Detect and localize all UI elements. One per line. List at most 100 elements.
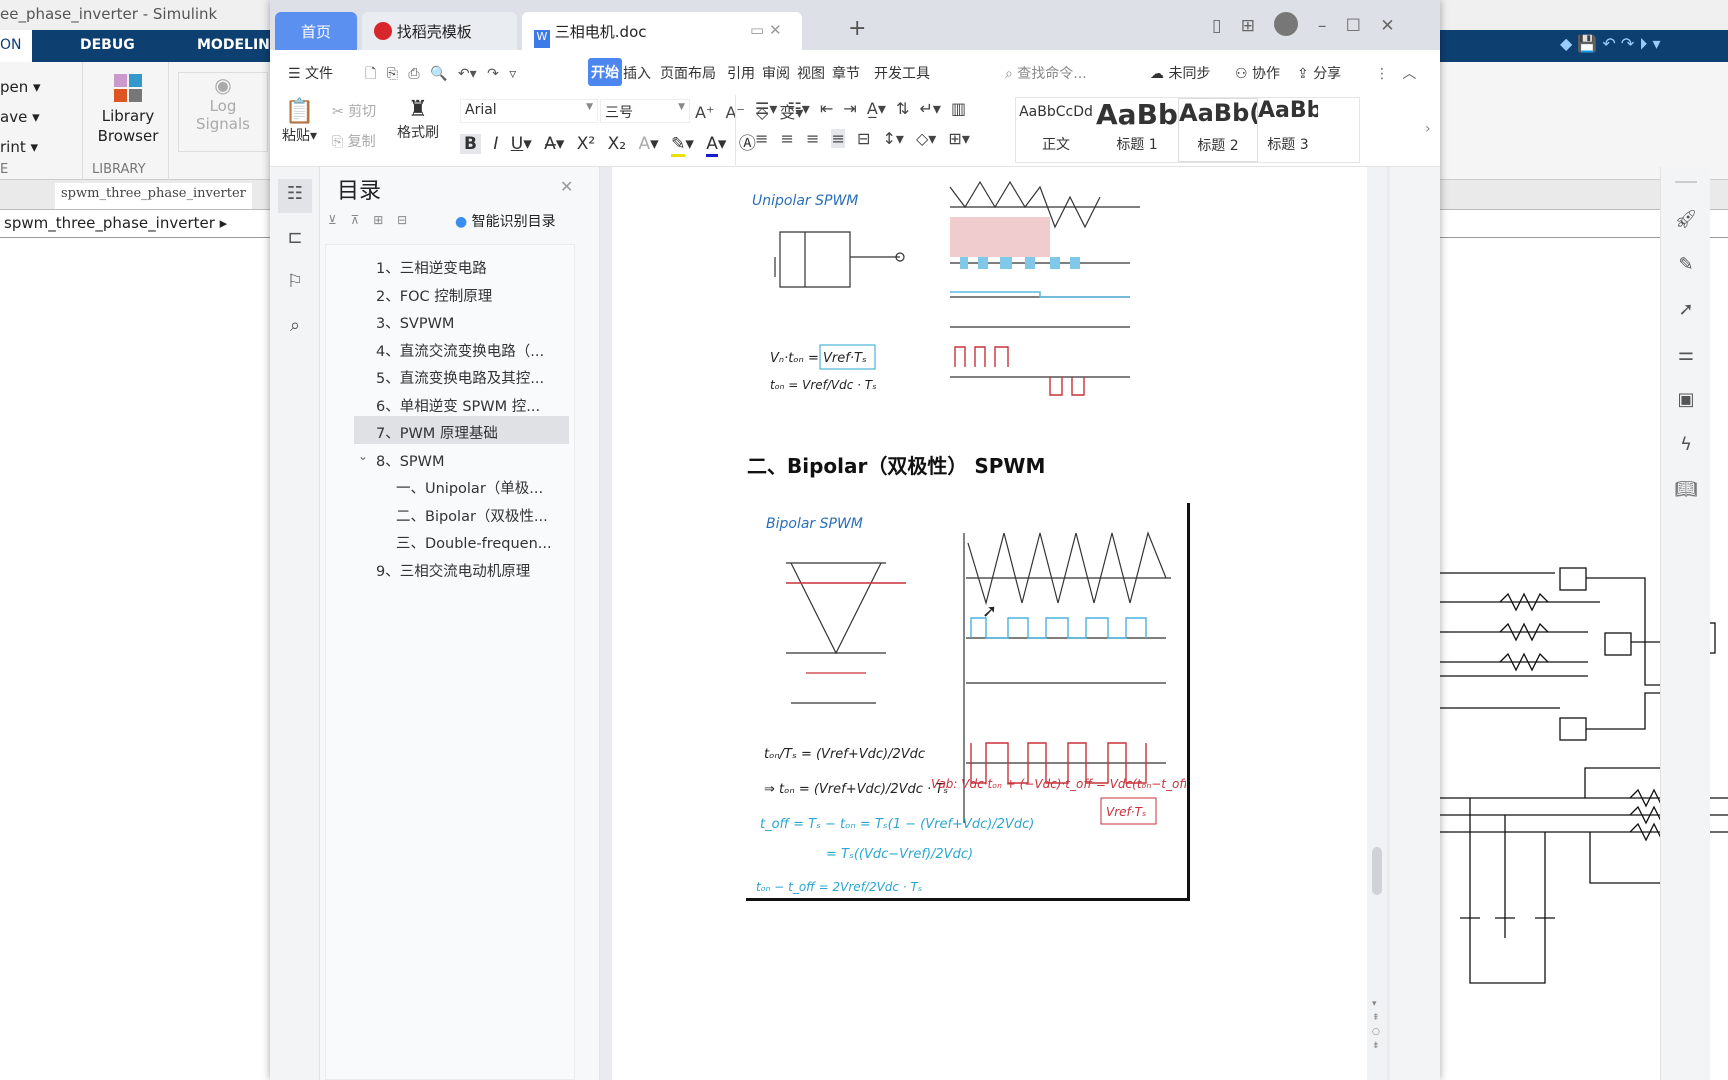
toc-item[interactable]: 3、SVPWM — [376, 308, 591, 335]
tab-home[interactable]: 首页 — [275, 12, 357, 50]
toc-item[interactable]: 4、直流交流变换电路（... — [376, 336, 591, 363]
library-section-label: LIBRARY — [92, 162, 146, 177]
svg-text:tₒₙ/Tₛ = (Vref+Vdc)/2Vdc: tₒₙ/Tₛ = (Vref+Vdc)/2Vdc — [764, 747, 925, 762]
paste-button[interactable]: 📋 粘贴▾ — [282, 97, 317, 145]
cursor-icon[interactable]: ➚ — [1673, 299, 1699, 325]
font-select[interactable]: Arial ▼ — [460, 99, 598, 123]
reader-icon[interactable]: 📖︎ — [1673, 479, 1699, 505]
tab-templates[interactable]: 找稻壳模板 — [362, 12, 517, 50]
toc-item[interactable]: 三、Double-frequen... — [396, 528, 611, 555]
pen-icon[interactable]: ✎ — [1673, 254, 1699, 280]
menu-home[interactable]: 开始 — [588, 58, 622, 86]
menu-chapter[interactable]: 章节 — [832, 63, 860, 83]
copy-button[interactable]: ⎘ 复制 — [332, 131, 376, 151]
close-tab-icon[interactable]: ▭ ✕ — [750, 21, 782, 39]
menu-insert[interactable]: 插入 — [623, 63, 651, 83]
svg-text:⇒ tₒₙ = (Vref+Vdc)/2Vdc · Tₛ: ⇒ tₒₙ = (Vref+Vdc)/2Vdc · Tₛ — [764, 782, 948, 797]
new-tab-button[interactable]: + — [848, 16, 866, 41]
word-doc-icon: W — [534, 30, 550, 48]
right-tool-bar: 🚀︎ ✎ ➚ ⚌ ▣ ϟ 📖︎ — [1660, 167, 1710, 1080]
tab-debug[interactable]: DEBUG — [80, 30, 135, 62]
figure-label: Bipolar SPWM — [766, 516, 863, 532]
log-signals-button[interactable]: ◉ Log Signals — [178, 72, 268, 152]
brush-icon: ♜ — [408, 97, 428, 122]
file-menu[interactable]: ☰ 文件 — [288, 63, 333, 83]
bipolar-spwm-figure: Bipolar SPWM tₒₙ/Tₛ = (Vref+Vdc)/2Vdc ⇒ … — [746, 503, 1193, 901]
lightning-icon[interactable]: ϟ — [1673, 434, 1699, 460]
rocket-icon[interactable]: 🚀︎ — [1673, 209, 1699, 235]
doc-heading: 二、Bipolar（双极性） SPWM — [747, 454, 1046, 478]
search-icon[interactable]: ⌕ — [282, 315, 308, 341]
sliders-icon[interactable]: ⚌ — [1673, 344, 1699, 370]
image-tools-icon[interactable]: ▣ — [1673, 389, 1699, 415]
menu-review[interactable]: 审阅 — [762, 63, 790, 83]
mouse-cursor-icon: ➚ — [982, 601, 998, 622]
cut-button[interactable]: ✂ 剪切 — [332, 101, 376, 121]
tab-simulation[interactable]: ON — [0, 30, 32, 62]
file-menu[interactable]: pen ▾ ave ▾ rint ▾ — [0, 72, 41, 162]
open-button[interactable]: pen — [0, 78, 28, 96]
toc-panel-icon[interactable]: ☷ — [278, 179, 312, 213]
menu-references[interactable]: 引用 — [727, 63, 755, 83]
toc-item[interactable]: 2、FOC 控制原理 — [376, 281, 591, 308]
svg-text:= Tₛ((Vdc−Vref)/2Vdc): = Tₛ((Vdc−Vref)/2Vdc) — [826, 847, 973, 862]
bookmark-icon[interactable]: ⚐ — [282, 271, 308, 297]
command-search[interactable]: ⌕ 查找命令... — [1005, 63, 1087, 83]
page-nav-arrows[interactable]: ▾ ⇞ ○ ⇟ — [1372, 997, 1380, 1053]
toc-item[interactable]: 二、Bipolar（双极性... — [396, 501, 611, 528]
smart-toc-button[interactable]: ● 智能识别目录 — [455, 211, 556, 231]
wps-menu-bar: ☰ 文件 🗋 ⎘ ⎙ 🔍 ↶▾ ↷ ▿ 开始 插入 页面布局 引用 审阅 视图 … — [270, 50, 1440, 95]
avatar[interactable] — [1274, 12, 1299, 36]
quick-tools[interactable]: 🗋 ⎘ ⎙ 🔍 ↶▾ ↷ ▿ — [365, 63, 516, 87]
figure-label: Unipolar SPWM — [752, 193, 858, 209]
unipolar-spwm-figure: Unipolar SPWM Vₙ·tₒₙ = Vref·Tₛ tₒₙ = Vre… — [752, 180, 1140, 396]
menu-view[interactable]: 视图 — [797, 63, 825, 83]
style-heading3[interactable]: AaBb 标题 3 — [1258, 98, 1318, 162]
window-title: ee_phase_inverter - Simulink — [0, 5, 218, 23]
format-painter-button[interactable]: ♜ 格式刷 — [397, 97, 439, 142]
svg-text:tₒₙ = Vref/Vdc · Tₛ: tₒₙ = Vref/Vdc · Tₛ — [770, 378, 877, 392]
toc-item[interactable]: 9、三相交流电动机原理 — [376, 556, 591, 583]
tab-modeling[interactable]: MODELING — [197, 30, 281, 62]
text-format-tools[interactable]: B I U▾ A̶▾ X² X₂ A▾ ✎▾ A▾ Ⓐ — [460, 129, 756, 157]
share-button[interactable]: ⇪ 分享 — [1297, 63, 1341, 83]
toc-item[interactable]: 1、三相逆变电路 — [376, 253, 591, 280]
save-button[interactable]: ave — [0, 108, 27, 126]
tab-document[interactable]: W 三相电机.doc ▭ ✕ — [522, 12, 802, 50]
chevron-down-icon[interactable]: ⌄ — [358, 449, 368, 463]
model-tab[interactable]: spwm_three_phase_inverter — [55, 183, 252, 209]
scroll-thumb[interactable] — [1372, 847, 1382, 895]
toc-item[interactable]: 6、单相逆变 SPWM 控... — [376, 391, 591, 418]
gallery-scroll-right[interactable]: › — [1425, 121, 1431, 137]
wps-tab-bar: 首页 找稻壳模板 W 三相电机.doc ▭ ✕ + ▯ ⊞ – ☐ ✕ — [270, 0, 1440, 50]
wifi-icon: ◉ — [214, 73, 232, 97]
style-normal[interactable]: AaBbCcDd 正文 — [1016, 98, 1096, 162]
toc-list: 1、三相逆变电路 2、FOC 控制原理 3、SVPWM 4、直流交流变换电路（.… — [325, 244, 575, 1080]
font-size-select[interactable]: 三号 ▼ — [600, 99, 690, 123]
menu-layout[interactable]: 页面布局 — [660, 63, 716, 83]
style-heading2[interactable]: AaBb(标题 2 — [1178, 98, 1258, 162]
style-heading1[interactable]: AaBb 标题 1 — [1096, 98, 1178, 162]
sync-status[interactable]: ☁ 未同步 — [1150, 63, 1210, 83]
close-toc-icon[interactable]: ✕ — [560, 177, 573, 196]
more-and-collapse[interactable]: ⋮ ︿ — [1375, 63, 1416, 83]
quick-access-icons[interactable]: ◆ 💾 ↶ ↷ ⏵ ▾ — [1560, 34, 1720, 58]
wps-ribbon: 📋 粘贴▾ ✂ 剪切 ⎘ 复制 ♜ 格式刷 Arial ▼ 三号 ▼ A⁺ A⁻ ◇ 变… — [270, 95, 1440, 167]
toc-item[interactable]: 一、Unipolar（单极... — [396, 473, 611, 500]
toc-item[interactable]: 8、SPWM — [376, 446, 591, 473]
vertical-scrollbar[interactable]: ▾ ⇞ ○ ⇟ — [1367, 167, 1387, 1080]
toc-item-selected[interactable]: 7、PWM 原理基础 — [376, 418, 591, 445]
library-browser-button[interactable]: Library Browser — [88, 74, 168, 146]
toc-item[interactable]: 5、直流变换电路及其控... — [376, 363, 591, 390]
library-icon — [114, 74, 142, 102]
collab-button[interactable]: ⚇ 协作 — [1235, 63, 1280, 83]
toc-level-controls[interactable]: ⊻ ⊼ ⊞ ⊟ — [328, 213, 407, 227]
window-controls[interactable]: ▯ ⊞ – ☐ ✕ — [1212, 12, 1395, 36]
print-button[interactable]: rint — [0, 138, 26, 156]
svg-text:Vab: Vdc·tₒₙ + (−Vdc)·t_off =: Vab: Vdc·tₒₙ + (−Vdc)·t_off = Vdc(tₒₙ−t_… — [931, 777, 1186, 791]
paragraph-tools-row1[interactable]: ☰▾ ☷▾ ⇤ ⇥ A̲▾ ⇅ ↵▾ ▥ — [755, 99, 966, 118]
document-page[interactable]: Unipolar SPWM Vₙ·tₒₙ = Vref·Tₛ tₒₙ = Vre… — [612, 167, 1367, 1080]
menu-developer[interactable]: 开发工具 — [874, 63, 930, 83]
paragraph-tools-row2[interactable]: ≡ ≡ ≡ ≡ ⊟ ↕▾ ◇▾ ⊞▾ — [755, 129, 970, 148]
outline-icon[interactable]: ⊏ — [282, 227, 308, 253]
